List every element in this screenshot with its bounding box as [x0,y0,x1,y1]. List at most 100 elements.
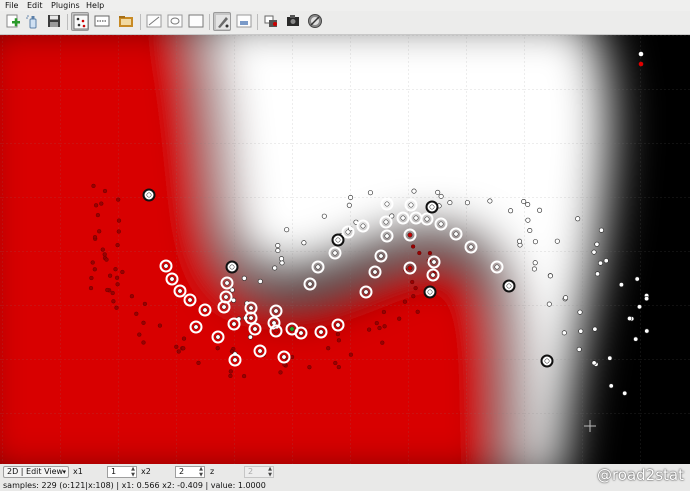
red-sample-point [142,301,147,306]
red-sample-point [348,352,353,357]
white-sample-point [531,266,537,272]
obstacle-button[interactable] [166,12,184,31]
z-label: z [210,467,215,476]
red-sample-point [333,360,338,366]
menu-file[interactable]: File [5,0,18,11]
red-sample-point [102,188,108,194]
trajectory-icon [146,14,162,28]
white-sample-point [532,260,538,266]
red-sample-point [105,287,110,293]
white-sample-point [367,190,373,196]
support-vector-point [163,263,169,269]
support-vector-point [407,265,413,271]
red-sample-point [114,305,119,310]
x2-label: x2 [141,467,151,476]
scatter-view-button[interactable] [71,12,89,31]
support-vector-point [335,237,341,243]
support-vector-point [427,289,433,295]
support-vector-point [146,192,152,198]
view-mode-select[interactable]: 2D | Edit View ▾ [3,466,69,478]
obstacle-icon [167,14,183,28]
white-sample-point [578,328,584,334]
target-button[interactable] [306,12,324,31]
red-sample-point [104,257,109,262]
support-vector-point [407,232,413,238]
support-vector-point [289,326,295,332]
spin-arrows-icon: ▲ ▼ [131,466,135,478]
camera-icon [287,15,299,26]
x1-label: x1 [73,467,83,476]
red-sample-point [111,299,116,304]
support-vector-point [494,264,500,270]
compare-button[interactable] [262,12,280,31]
red-sample-point [417,250,422,256]
white-sample-point [241,275,247,281]
target-icon [308,14,322,28]
white-sample-point [278,256,284,262]
red-sample-point [91,183,96,188]
red-sample-point [402,299,407,304]
support-vector-point [202,307,208,313]
red-sample-point [242,374,247,379]
red-sample-point [181,336,187,341]
white-sample-point [272,265,278,271]
folder-icon [119,16,133,27]
white-sample-point [633,336,639,342]
white-sample-point [622,390,628,396]
white-sample-point [279,260,285,266]
white-sample-point [346,202,352,208]
red-sample-point [380,340,385,345]
eraser-button[interactable] [235,12,253,31]
support-vector-point [307,281,313,287]
white-sample-point [284,227,290,233]
menu-edit[interactable]: Edit [27,0,43,11]
x1-spinbox[interactable]: 1 ▲ ▼ [107,466,137,478]
spray-button[interactable] [24,12,42,31]
red-sample-point [415,309,420,314]
support-vector-point [430,272,436,278]
red-sample-point [92,235,98,240]
support-vector-point [335,322,341,328]
folder-button[interactable] [117,12,135,31]
support-vector-point [298,330,304,336]
classification-canvas[interactable] [0,35,690,464]
white-sample-point [532,239,538,245]
menu-plugins[interactable]: Plugins [51,0,80,11]
red-sample-point [181,346,186,351]
status-text: samples: 229 (o:121|x:108) | x1: 0.566 x… [3,481,266,490]
red-sample-point [129,294,134,299]
red-sample-point [290,354,295,360]
support-vector-point [408,202,414,208]
draw-tool-button[interactable] [213,12,231,31]
red-sample-point [367,327,372,332]
eraser-icon [236,14,252,28]
blank-canvas-button[interactable] [187,12,205,31]
red-sample-point [92,267,97,272]
red-sample-point [116,218,122,223]
white-sample-point [591,360,597,366]
menu-help[interactable]: Help [86,0,104,11]
red-sample-point [174,344,179,349]
red-sample-point [116,229,121,234]
support-vector-point [248,305,254,311]
support-vector-point [413,215,419,221]
red-sample-point [134,311,139,316]
red-sample-point [382,324,387,329]
white-sample-point [603,258,609,264]
support-vector-point [318,329,324,335]
red-sample-point [377,325,382,331]
white-sample-point [576,346,582,352]
decision-surface-plot[interactable] [0,35,690,464]
x2-spinbox[interactable]: 2 ▲ ▼ [175,466,205,478]
sample-grid-button[interactable] [93,12,111,31]
support-vector-point [378,253,384,259]
spin-arrows-icon: ▲ ▼ [268,466,272,478]
camera-button[interactable] [284,12,302,31]
save-button[interactable] [45,12,63,31]
add-data-button[interactable] [4,12,22,31]
support-vector-point [221,304,227,310]
trajectory-button[interactable] [145,12,163,31]
white-sample-point [608,383,614,389]
toolbar [0,11,690,35]
support-vector-point [229,264,235,270]
